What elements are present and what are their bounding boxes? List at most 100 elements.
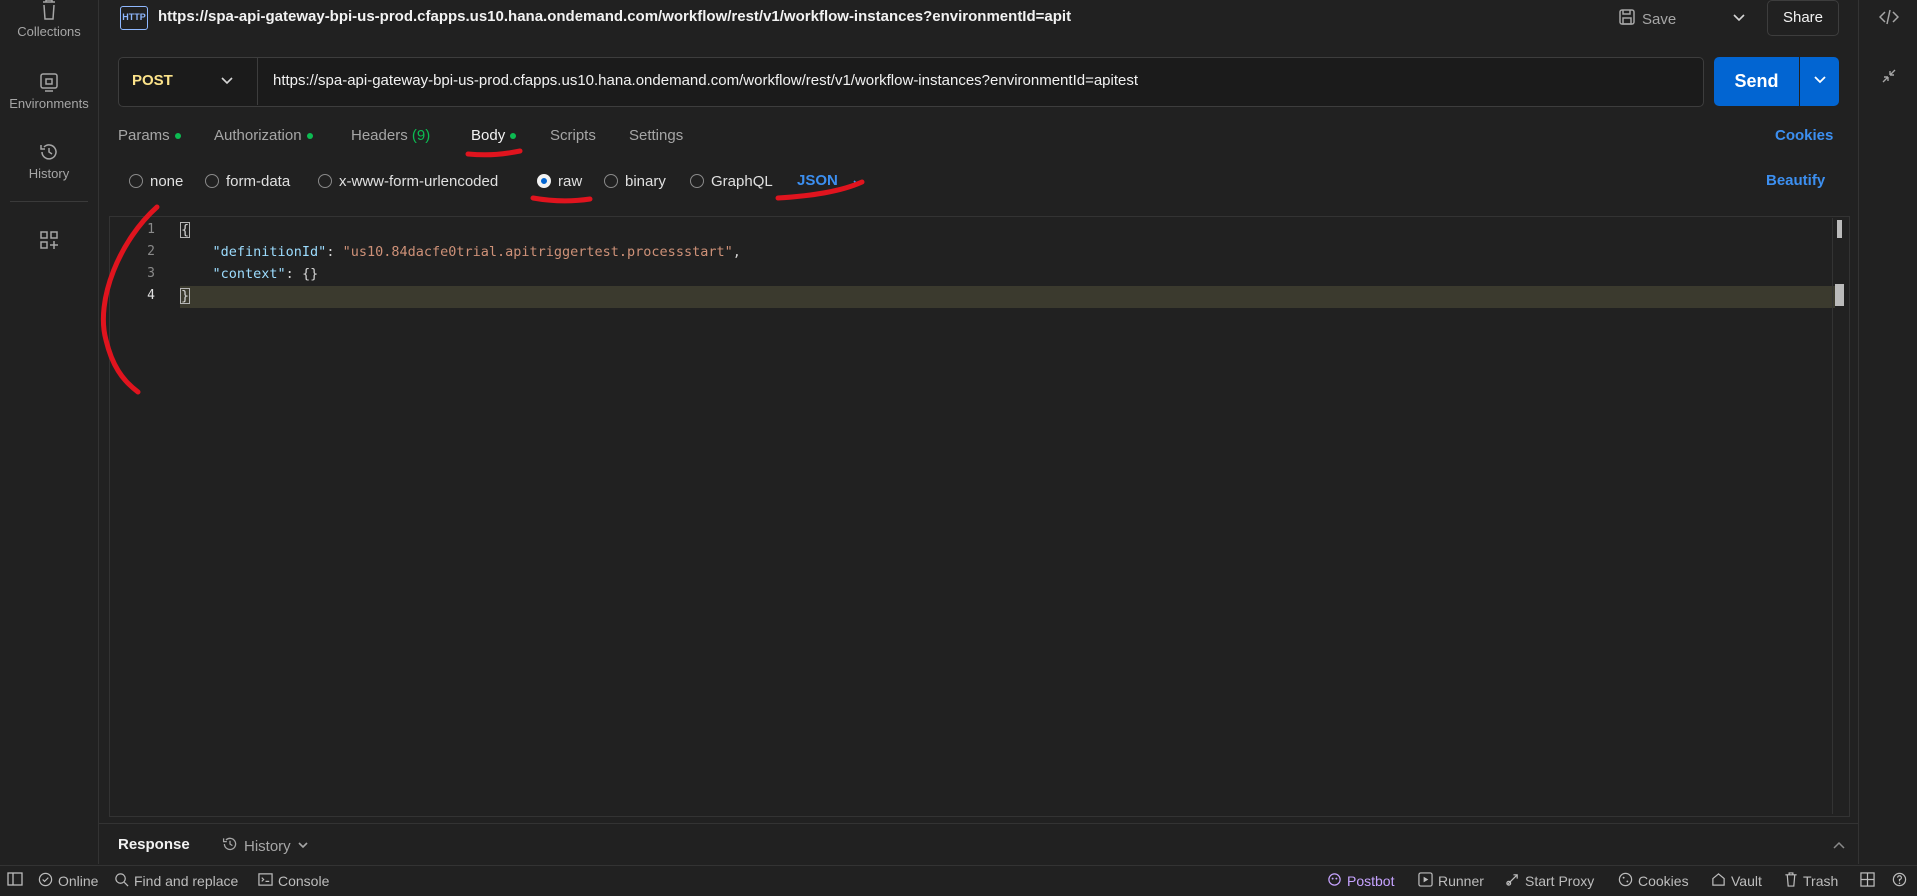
sidebar-item-collections[interactable]: Collections [0, 0, 98, 39]
find-replace-button[interactable]: Find and replace [114, 872, 238, 890]
console-button[interactable]: Console [258, 872, 329, 890]
status-dot [174, 133, 181, 140]
share-button[interactable]: Share [1767, 0, 1839, 36]
http-request-icon: HTTP [120, 6, 148, 30]
code-icon[interactable] [1878, 8, 1900, 30]
save-label: Save [1642, 10, 1677, 28]
open-brace: { [180, 222, 191, 238]
code-line-3: "context": {} [212, 266, 319, 282]
line-number: 4 [147, 288, 155, 303]
check-circle-icon [38, 872, 53, 890]
tab-params[interactable]: Params [118, 127, 181, 144]
tab-label: Settings [629, 127, 684, 144]
cookies-label: Cookies [1638, 873, 1689, 889]
status-dot [306, 133, 313, 140]
method-select[interactable]: POST [132, 72, 173, 89]
toggle-sidebar-icon[interactable] [7, 872, 23, 886]
status-dot [510, 133, 517, 140]
online-label: Online [58, 873, 99, 889]
postbot-button[interactable]: Postbot [1327, 872, 1394, 890]
tab-settings[interactable]: Settings [629, 127, 683, 144]
radio-label-urlencoded: x-www-form-urlencoded [339, 173, 499, 190]
radio-raw[interactable] [537, 174, 551, 188]
collapse-icon[interactable] [1881, 68, 1897, 88]
sidebar-item-history[interactable]: History [0, 142, 98, 181]
format-select[interactable]: JSON [797, 172, 838, 189]
code-line-1: { [180, 222, 191, 238]
history-icon [0, 142, 98, 162]
scrollbar-thumb[interactable] [1837, 220, 1842, 238]
cookies-button[interactable]: Cookies [1618, 872, 1689, 890]
code-line-2: "definitionId": "us10.84dacfe0trial.apit… [212, 244, 741, 260]
right-sidebar [1858, 0, 1917, 864]
radio-urlencoded[interactable] [318, 174, 332, 188]
tab-body[interactable]: Body [471, 127, 517, 144]
trash-icon [1784, 872, 1798, 890]
send-button[interactable]: Send [1714, 57, 1799, 106]
json-key: "context" [212, 266, 286, 282]
send-options-button[interactable] [1800, 57, 1839, 106]
tab-label: Params [118, 127, 170, 144]
save-options-chevron-icon[interactable] [1732, 11, 1746, 29]
tab-scripts[interactable]: Scripts [550, 127, 596, 144]
left-sidebar: Collections Environments History [0, 0, 99, 864]
editor-scrollbar[interactable] [1832, 218, 1847, 814]
play-icon [1418, 872, 1433, 890]
scrollbar-cursor-marker [1835, 284, 1844, 306]
find-replace-label: Find and replace [134, 873, 239, 889]
environment-icon [0, 72, 98, 92]
proxy-icon [1505, 872, 1520, 890]
beautify-button[interactable]: Beautify [1766, 172, 1825, 189]
vault-label: Vault [1731, 873, 1762, 889]
runner-button[interactable]: Runner [1418, 872, 1484, 890]
layout-icon[interactable] [1860, 872, 1875, 887]
response-history-button[interactable]: History [222, 836, 309, 856]
tab-authorization[interactable]: Authorization [214, 127, 313, 144]
sidebar-item-label: History [28, 166, 70, 181]
sidebar-item-configure[interactable] [0, 230, 98, 254]
tab-label: Authorization [214, 127, 302, 144]
json-value: "us10.84dacfe0trial.apitriggertest.proce… [342, 244, 733, 260]
request-title[interactable]: https://spa-api-gateway-bpi-us-prod.cfap… [158, 8, 1071, 25]
sidebar-item-environments[interactable]: Environments [0, 72, 98, 111]
radio-label-form-data: form-data [226, 173, 291, 190]
trash-icon [0, 0, 98, 20]
save-button[interactable]: Save [1618, 5, 1676, 33]
online-status[interactable]: Online [38, 872, 98, 890]
response-panel-header [99, 823, 1859, 866]
help-icon[interactable] [1892, 872, 1907, 887]
radio-label-graphql: GraphQL [711, 173, 773, 190]
response-tab[interactable]: Response [118, 836, 190, 853]
radio-binary[interactable] [604, 174, 618, 188]
postbot-icon [1327, 872, 1342, 890]
vault-button[interactable]: Vault [1711, 872, 1762, 890]
current-line-highlight [180, 286, 1835, 308]
json-key: "definitionId" [212, 244, 327, 260]
line-number: 3 [147, 266, 155, 281]
line-number: 2 [147, 244, 155, 259]
chevron-down-icon [1813, 73, 1827, 91]
cookie-icon [1618, 872, 1633, 890]
vault-icon [1711, 872, 1726, 890]
close-brace: } [180, 288, 191, 304]
start-proxy-button[interactable]: Start Proxy [1505, 872, 1594, 890]
radio-form-data[interactable] [205, 174, 219, 188]
console-icon [258, 872, 273, 890]
line-number: 1 [147, 222, 155, 237]
radio-label-binary: binary [625, 173, 666, 190]
url-input[interactable]: https://spa-api-gateway-bpi-us-prod.cfap… [273, 72, 1138, 89]
sidebar-divider [10, 201, 88, 202]
console-label: Console [278, 873, 330, 889]
tab-headers[interactable]: Headers (9) [351, 127, 430, 144]
trash-button[interactable]: Trash [1784, 872, 1838, 890]
radio-graphql[interactable] [690, 174, 704, 188]
chevron-down-icon[interactable] [852, 176, 864, 193]
tab-label: Headers [351, 127, 408, 144]
sidebar-item-label: Collections [17, 24, 81, 39]
chevron-down-icon [297, 838, 309, 855]
save-icon [1618, 8, 1636, 30]
radio-none[interactable] [129, 174, 143, 188]
chevron-down-icon[interactable] [220, 74, 234, 92]
cookies-link[interactable]: Cookies [1775, 127, 1833, 144]
chevron-up-icon[interactable] [1832, 838, 1846, 855]
